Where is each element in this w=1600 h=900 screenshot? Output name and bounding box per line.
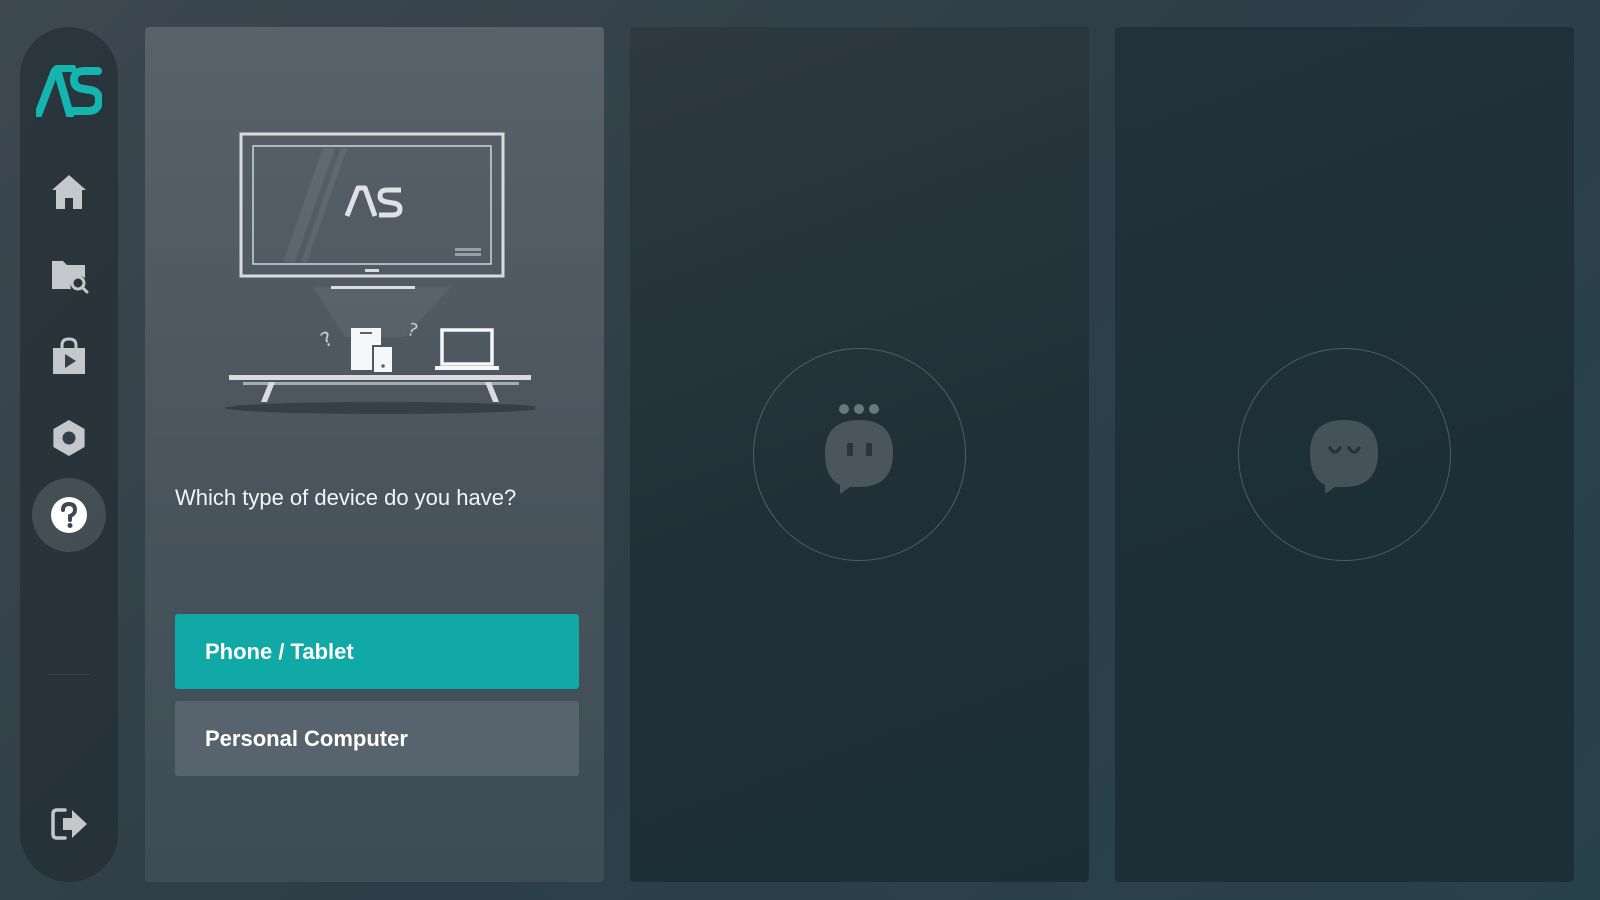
svg-text:?: ? [317,326,337,352]
placeholder-panel-1 [630,27,1089,882]
gear-icon [53,420,85,456]
folder-search-icon [52,261,89,294]
device-type-panel: ? ? Which type of device do you have? Ph… [145,27,604,882]
tv-devices-illustration: ? ? [225,132,535,414]
device-question: Which type of device do you have? [175,485,517,510]
chat-bubble-sleeping-icon [1310,420,1378,494]
sidebar-item-store[interactable] [32,319,106,393]
home-icon [52,175,86,209]
help-icon [51,497,87,533]
sidebar-item-help[interactable] [32,478,106,552]
sidebar-item-exit[interactable] [32,787,106,861]
placeholder-circle [753,348,966,561]
placeholder-circle [1238,348,1451,561]
sidebar-item-settings[interactable] [32,401,106,475]
personal-computer-button[interactable]: Personal Computer [175,701,579,776]
chat-bubble-thinking-icon [825,404,893,494]
placeholder-panel-2 [1115,27,1574,882]
app-logo [36,65,102,117]
sidebar-item-files[interactable] [32,237,106,311]
sidebar-item-home[interactable] [32,155,106,229]
sidebar-divider [48,674,90,675]
sidebar [20,27,118,882]
phone-tablet-button[interactable]: Phone / Tablet [175,614,579,689]
exit-icon [51,808,87,840]
shopping-bag-play-icon [53,337,85,374]
